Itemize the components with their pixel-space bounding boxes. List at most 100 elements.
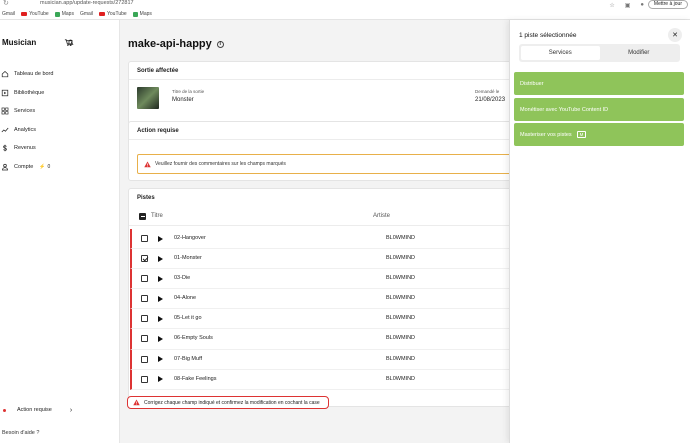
maps-icon [54,11,60,17]
track-checkbox[interactable] [141,235,148,242]
extensions-icon[interactable]: ▣ [625,2,631,9]
profile-icon[interactable]: ● [640,2,644,9]
track-checkbox[interactable] [141,315,148,323]
master-tracks-button[interactable]: Masteriser vos pistes M [514,123,684,146]
help-link[interactable]: Besoin d'aide ? [2,430,39,436]
table-row[interactable]: 04-Alone BL0WMIND [130,289,519,310]
play-icon[interactable] [158,295,163,302]
account-badge: ⚡ 0 [39,163,51,170]
bookmark-maps[interactable]: Maps [132,10,152,18]
track-artist: BL0WMIND [386,275,416,282]
main-content: make-api-happy i Sortie affectée Titre d… [120,20,519,443]
table-row[interactable]: 01-Monster BL0WMIND [130,249,519,270]
close-panel-button[interactable]: ✕ [668,28,682,42]
bookmark-maps[interactable]: Maps [54,10,74,18]
track-artist: BL0WMIND [386,255,416,262]
sidebar-item-label: Bibliothèque [14,89,45,96]
track-artist: BL0WMIND [386,375,416,382]
chevron-right-icon: › [69,406,73,414]
library-icon [1,89,9,96]
track-title: 05-Let it go [174,315,202,322]
bookmark-gmail[interactable]: Gmail [80,10,93,18]
monetize-youtube-button[interactable]: Monétiser avec YouTube Content ID [514,98,684,121]
sidebar-nav: Tableau de bord Bibliothèque Services An… [0,65,120,176]
sidebar-item-revenue[interactable]: Revenus [0,139,120,158]
sidebar-item-library[interactable]: Bibliothèque [0,84,120,103]
address-bar[interactable]: ↻ musician.app/update-requests/272817 [0,0,690,8]
panel-tabs: Services Modifier [519,44,680,62]
info-icon[interactable]: i [216,40,224,48]
track-checkbox[interactable] [141,275,148,283]
track-title: 01-Monster [174,255,202,262]
section-heading: Sortie affectée [129,62,517,80]
table-row[interactable]: 07-Big Muff BL0WMIND [130,349,519,370]
bookmark-youtube[interactable]: YouTube [99,10,127,18]
table-row[interactable]: 03-Die BL0WMIND [130,269,519,290]
track-checkbox[interactable] [141,255,148,263]
browser-bar: ↻ musician.app/update-requests/272817 Gm… [0,0,690,20]
table-row[interactable]: 02-Hangover BL0WMIND [130,229,519,250]
bookmark-youtube[interactable]: YouTube [21,10,49,18]
track-title: 04-Alone [174,295,197,302]
bookmark-star-icon[interactable]: ☆ [609,2,614,9]
table-row[interactable]: 08-Fake Feelings BL0WMIND [130,369,519,390]
sidebar-item-label: Revenus [14,145,36,152]
tab-services[interactable]: Services [521,46,600,60]
bookmark-gmail[interactable]: Gmail [2,10,15,18]
play-icon[interactable] [158,235,163,242]
page-title: make-api-happy i [128,38,224,50]
track-title: 06-Empty Souls [174,335,213,342]
track-title: 02-Hangover [174,235,206,241]
flash-icon: ⚡ [39,163,46,170]
browser-update-button[interactable]: Mettre à jour [647,0,688,9]
requested-date-label: Demandé le [475,89,500,94]
track-checkbox[interactable] [141,335,148,343]
sidebar-item-label: Analytics [14,126,37,133]
sidebar-item-label: Tableau de bord [14,71,54,78]
column-header-artist[interactable]: Artiste [373,213,390,219]
account-icon [2,163,8,171]
column-header-title[interactable]: Titre [151,213,163,219]
table-row[interactable]: 05-Let it go BL0WMIND [130,309,519,330]
track-artist: BL0WMIND [386,355,416,362]
table-row[interactable]: 06-Empty Souls BL0WMIND [130,329,519,350]
bookmarks-bar: Gmail YouTube Maps Gmail YouTube Maps [2,10,152,18]
affected-release-card: Sortie affectée Titre de la sortie Monst… [128,61,518,125]
tab-modify[interactable]: Modifier [600,46,679,60]
play-icon[interactable] [158,376,163,383]
action-required-link[interactable]: Action requise › [0,404,120,416]
play-icon[interactable] [158,356,163,363]
track-checkbox[interactable] [141,295,148,303]
sidebar-item-dashboard[interactable]: Tableau de bord [0,65,120,84]
sidebar-item-services[interactable]: Services [0,102,120,121]
panel-title: 1 piste sélectionnée [519,32,577,39]
play-icon[interactable] [158,315,163,322]
tracks-card: Pistes Titre Artiste 02-Hangover BL0WMIND… [128,188,519,407]
correction-alert: Corrigez chaque champ indiqué et confirm… [127,396,329,409]
track-title: 08-Fake Feelings [174,375,217,382]
tracks-list: 02-Hangover BL0WMIND 01-Monster BL0WMIND 0… [129,229,519,390]
distribute-button[interactable]: Distribuer [514,72,684,95]
track-checkbox[interactable] [141,355,148,363]
url-text[interactable]: musician.app/update-requests/272817 [40,0,134,6]
sidebar-item-analytics[interactable]: Analytics [0,121,120,140]
maps-icon [132,11,138,17]
bell-icon[interactable] [66,38,75,47]
action-required-card: Action requise Veuillez fournir des comm… [128,121,518,181]
app-logo[interactable]: Musician [2,38,36,47]
master-badge: M [576,131,587,138]
home-icon [1,71,9,78]
play-icon[interactable] [158,255,163,262]
track-artist: BL0WMIND [386,335,416,342]
track-artist: BL0WMIND [386,315,416,322]
analytics-icon [1,127,9,133]
sidebar-item-account[interactable]: Compte ⚡ 0 [0,158,120,177]
warning-icon [133,399,140,406]
track-checkbox[interactable] [141,375,148,383]
play-icon[interactable] [158,275,163,282]
youtube-icon [99,12,106,16]
reload-icon[interactable]: ↻ [3,0,9,7]
select-all-checkbox[interactable] [139,213,146,220]
dollar-icon [3,145,7,152]
play-icon[interactable] [158,335,163,342]
